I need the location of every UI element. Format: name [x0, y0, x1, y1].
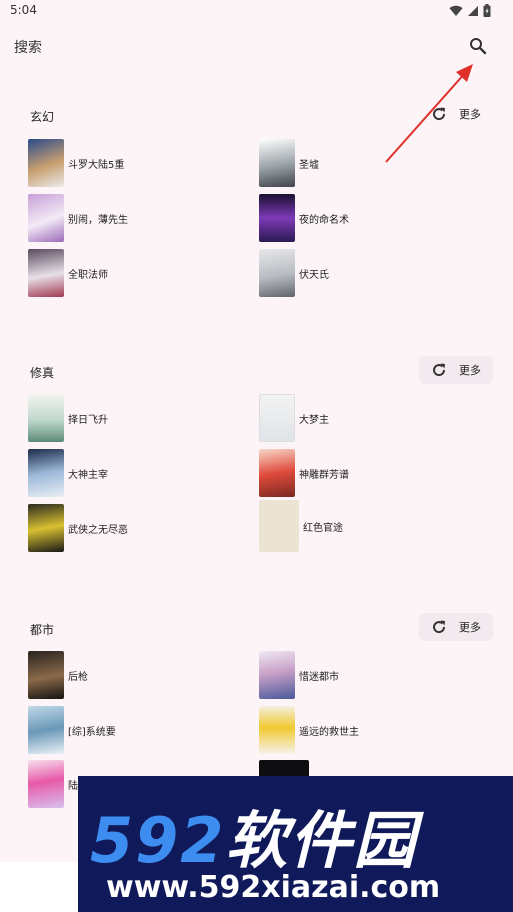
book-cover — [259, 706, 295, 754]
book-cover — [28, 651, 64, 699]
book-cover — [28, 394, 64, 442]
book-title: 择日飞升 — [68, 414, 108, 426]
book-cover — [259, 651, 295, 699]
book-title: 后枪 — [68, 671, 88, 683]
book-title: 圣墟 — [299, 159, 319, 171]
book-item[interactable]: 别闹，薄先生 — [28, 193, 128, 243]
book-item[interactable]: 斗罗大陆5重 — [28, 138, 124, 188]
book-title: 武侠之无尽恶 — [68, 524, 128, 536]
section-xuanhuan: 玄幻 更多 斗罗大陆5重 圣墟 别闹，薄先生 夜的命名术 全职法师 伏天氏 — [0, 100, 513, 310]
book-cover — [28, 706, 64, 754]
book-title: [综]系统要 — [68, 726, 116, 738]
book-cover — [259, 394, 295, 442]
book-item[interactable]: 大梦主 — [259, 393, 329, 443]
book-item[interactable]: 圣墟 — [259, 138, 319, 188]
wifi-icon — [449, 5, 463, 16]
book-cover — [28, 449, 64, 497]
section-title: 都市 — [30, 623, 55, 637]
status-bar: 5:04 — [0, 0, 513, 24]
book-title: 大神主宰 — [68, 469, 108, 481]
signal-icon — [468, 5, 478, 16]
section-title: 修真 — [30, 366, 55, 380]
book-cover — [259, 500, 299, 552]
watermark-logo-number: 592 — [90, 804, 226, 877]
book-item[interactable]: 武侠之无尽恶 — [28, 503, 128, 553]
watermark-url: www.592xiazai.com — [106, 870, 441, 905]
book-title: 夜的命名术 — [299, 214, 349, 226]
book-title: 别闹，薄先生 — [68, 214, 128, 226]
section-actions: 更多 — [419, 100, 493, 128]
refresh-icon[interactable] — [431, 362, 447, 378]
book-cover — [28, 760, 64, 808]
search-icon — [470, 38, 487, 55]
book-item[interactable]: 遥远的救世主 — [259, 705, 359, 755]
battery-icon — [483, 4, 491, 17]
book-title: 惜迷都市 — [299, 671, 339, 683]
book-title: 斗罗大陆5重 — [68, 159, 125, 171]
book-item[interactable]: 神雕群芳谱 — [259, 448, 349, 498]
more-button[interactable]: 更多 — [459, 619, 481, 635]
book-item[interactable]: 后枪 — [28, 650, 88, 700]
book-item[interactable]: 大神主宰 — [28, 448, 108, 498]
book-cover — [28, 504, 64, 552]
book-cover — [28, 139, 64, 187]
section-title: 玄幻 — [30, 110, 55, 124]
more-button[interactable]: 更多 — [459, 362, 481, 378]
more-button[interactable]: 更多 — [459, 106, 481, 122]
book-cover — [259, 449, 295, 497]
book-title: 红色官途 — [303, 522, 343, 534]
watermark-logo-text: 软件园 — [225, 804, 418, 877]
book-cover — [259, 139, 295, 187]
status-time: 5:04 — [10, 3, 37, 17]
book-item[interactable]: 惜迷都市 — [259, 650, 339, 700]
book-title: 神雕群芳谱 — [299, 469, 349, 481]
book-title: 陆 — [68, 780, 78, 792]
refresh-icon[interactable] — [431, 106, 447, 122]
book-item[interactable]: 夜的命名术 — [259, 193, 349, 243]
book-cover — [28, 194, 64, 242]
search-label[interactable]: 搜索 — [14, 37, 42, 57]
watermark-banner: 592软件园 www.592xiazai.com — [78, 776, 513, 912]
search-button[interactable] — [467, 35, 489, 57]
section-actions: 更多 — [419, 356, 493, 384]
book-item[interactable]: 红色官途 — [259, 500, 343, 552]
book-cover — [259, 249, 295, 297]
book-item[interactable]: [综]系统要 — [28, 705, 116, 755]
book-title: 伏天氏 — [299, 269, 329, 281]
book-item[interactable]: 全职法师 — [28, 248, 108, 298]
book-cover — [28, 249, 64, 297]
book-title: 遥远的救世主 — [299, 726, 359, 738]
status-icons — [449, 4, 491, 17]
section-actions: 更多 — [419, 613, 493, 641]
refresh-icon[interactable] — [431, 619, 447, 635]
book-item[interactable]: 择日飞升 — [28, 393, 108, 443]
book-item[interactable]: 伏天氏 — [259, 248, 329, 298]
section-xiuzhen: 修真 更多 择日飞升 大梦主 大神主宰 神雕群芳谱 武侠之无尽恶 红色官途 — [0, 356, 513, 566]
book-item[interactable]: 陆 — [28, 759, 78, 809]
book-cover — [259, 194, 295, 242]
watermark-logo: 592软件园 — [90, 790, 417, 880]
book-title: 全职法师 — [68, 269, 108, 281]
book-title: 大梦主 — [299, 414, 329, 426]
